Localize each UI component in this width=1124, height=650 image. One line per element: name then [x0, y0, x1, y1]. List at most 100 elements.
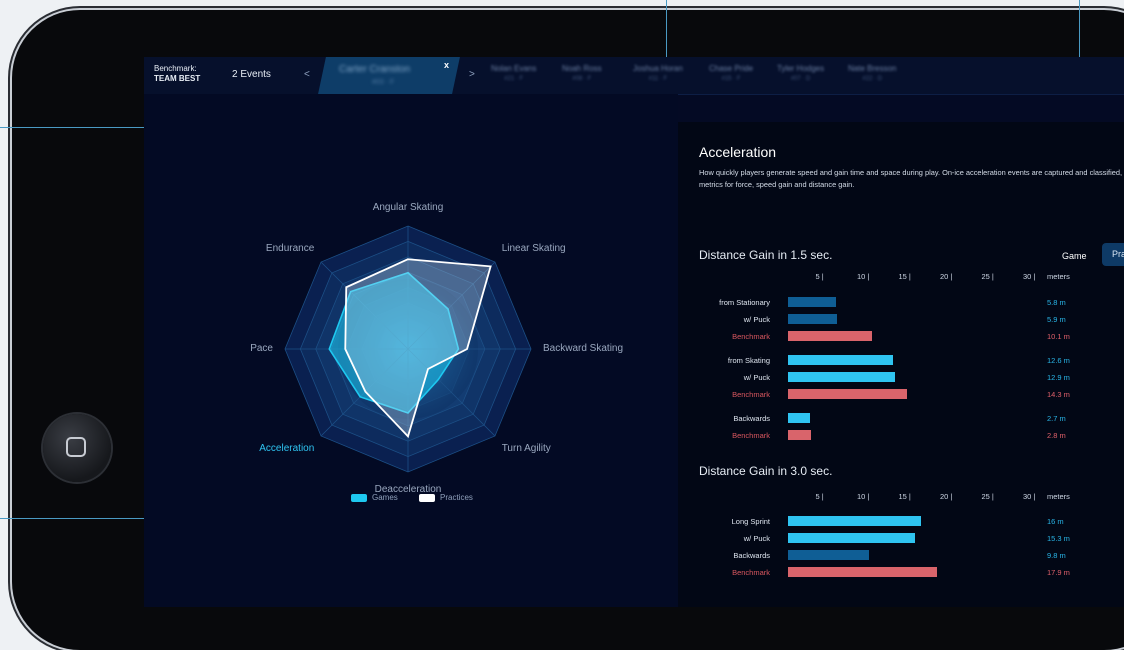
- legend-practices[interactable]: Practices: [419, 493, 473, 502]
- axis-tick: 30 |: [1023, 492, 1036, 501]
- axis-tick: 25 |: [981, 272, 994, 281]
- toggle-practice[interactable]: Pra: [1102, 243, 1124, 266]
- close-tab-button[interactable]: x: [444, 60, 449, 70]
- row-value: 14.3 m: [1047, 390, 1070, 399]
- row-value: 12.9 m: [1047, 373, 1070, 382]
- axis-tick: 5 |: [815, 272, 824, 281]
- value-bar[interactable]: [788, 355, 893, 365]
- player-tab-sub: #07 · D: [790, 76, 811, 82]
- row-label: Long Sprint: [731, 517, 770, 526]
- player-tab-bar: Benchmark: TEAM BEST 2 Events < Carter C…: [144, 57, 1124, 95]
- player-tab-name: Noah Ross: [562, 64, 602, 73]
- row-label: w/ Puck: [743, 534, 770, 543]
- row-value: 5.9 m: [1047, 315, 1066, 324]
- axis-unit: meters: [1047, 492, 1070, 501]
- row-value: 17.9 m: [1047, 568, 1070, 577]
- axis-tick: 20 |: [940, 272, 953, 281]
- player-tab-name: Nolan Evans: [491, 64, 537, 73]
- games-swatch: [351, 493, 367, 502]
- value-bar[interactable]: [788, 533, 915, 543]
- chart1-title: Distance Gain in 1.5 sec.: [699, 248, 833, 262]
- player-tab-name: Nate Bresson: [848, 64, 897, 73]
- row-label: Benchmark: [732, 332, 770, 341]
- axis-tick: 25 |: [981, 492, 994, 501]
- value-bar[interactable]: [788, 297, 837, 307]
- player-tab[interactable]: Noah Ross #08 · F: [562, 64, 602, 82]
- player-tab-sub: #15 · F: [721, 76, 741, 82]
- detail-title: Acceleration: [699, 144, 777, 160]
- player-tab[interactable]: Joshua Horan #11 · F: [633, 64, 683, 82]
- axis-tick: 15 |: [898, 492, 911, 501]
- radar-axis-label[interactable]: Pace: [250, 343, 273, 354]
- axis-tick: 15 |: [898, 272, 911, 281]
- value-bar[interactable]: [788, 550, 870, 560]
- radar-axis-label[interactable]: Endurance: [266, 243, 314, 254]
- row-label: Backwards: [733, 414, 770, 423]
- radar-axis-label[interactable]: Linear Skating: [502, 243, 566, 254]
- player-tab-name: Chase Pride: [709, 64, 754, 73]
- radar-axis-label[interactable]: Angular Skating: [373, 202, 444, 213]
- benchmark-bar[interactable]: [788, 430, 812, 440]
- axis-unit: meters: [1047, 272, 1070, 281]
- legend-practices-label: Practices: [440, 493, 473, 502]
- benchmark-bar[interactable]: [788, 389, 907, 399]
- row-label: w/ Puck: [743, 373, 770, 382]
- row-label: Benchmark: [732, 390, 770, 399]
- active-player-tab[interactable]: [318, 57, 460, 94]
- value-bar[interactable]: [788, 413, 811, 423]
- legend-games[interactable]: Games: [351, 493, 398, 502]
- row-label: from Stationary: [719, 298, 770, 307]
- radar-axis-label[interactable]: Acceleration: [259, 443, 314, 454]
- row-value: 10.1 m: [1047, 332, 1070, 341]
- radar-axis-label[interactable]: Backward Skating: [543, 343, 623, 354]
- detail-panel: Acceleration How quickly players generat…: [678, 122, 1124, 607]
- row-value: 9.8 m: [1047, 551, 1066, 560]
- player-tab-sub: #21 · F: [504, 76, 524, 82]
- practices-swatch: [419, 493, 435, 502]
- axis-tick: 20 |: [940, 492, 953, 501]
- radar-axis-label[interactable]: Turn Agility: [502, 443, 551, 454]
- benchmark-value: TEAM BEST: [154, 74, 201, 83]
- benchmark-label: Benchmark:: [154, 64, 197, 73]
- home-button[interactable]: [43, 414, 111, 482]
- value-bar[interactable]: [788, 314, 837, 324]
- row-value: 5.8 m: [1047, 298, 1066, 307]
- axis-tick: 10 |: [857, 492, 870, 501]
- row-value: 2.8 m: [1047, 431, 1066, 440]
- player-tab-sub: #08 · F: [572, 76, 592, 82]
- active-player-name: Carter Cranston: [339, 64, 411, 75]
- row-label: Benchmark: [732, 431, 770, 440]
- axis-tick: 10 |: [857, 272, 870, 281]
- player-tab[interactable]: Nate Bresson #22 · D: [848, 64, 896, 82]
- row-value: 16 m: [1047, 517, 1064, 526]
- player-tab-sub: #22 · D: [862, 76, 883, 82]
- benchmark-bar[interactable]: [788, 567, 937, 577]
- active-player-sub: #03 · F: [372, 79, 395, 86]
- player-tab-name: Joshua Horan: [633, 64, 683, 73]
- player-tab-name: Tyler Hodges: [777, 64, 825, 73]
- benchmark-selector[interactable]: Benchmark: TEAM BEST: [154, 64, 200, 84]
- value-bar[interactable]: [788, 372, 896, 382]
- player-tab[interactable]: Tyler Hodges #07 · D: [777, 64, 824, 82]
- prev-player-button[interactable]: <: [304, 69, 310, 80]
- benchmark-bar[interactable]: [788, 331, 872, 341]
- player-tab-sub: #11 · F: [648, 76, 668, 82]
- row-label: w/ Puck: [743, 315, 770, 324]
- row-label: from Skating: [727, 356, 770, 365]
- next-player-button[interactable]: >: [469, 69, 475, 80]
- app-screen: Benchmark: TEAM BEST 2 Events < Carter C…: [144, 57, 1124, 607]
- row-value: 2.7 m: [1047, 414, 1066, 423]
- toggle-game[interactable]: Game: [1062, 251, 1087, 261]
- axis-tick: 30 |: [1023, 272, 1036, 281]
- radar-panel: Angular Skating Linear Skating Backward Sk…: [144, 94, 678, 607]
- row-value: 12.6 m: [1047, 356, 1070, 365]
- player-tab[interactable]: Nolan Evans #21 · F: [491, 64, 536, 82]
- row-label: Benchmark: [732, 568, 770, 577]
- player-tab[interactable]: Chase Pride #15 · F: [709, 64, 753, 82]
- value-bar[interactable]: [788, 516, 921, 526]
- row-value: 15.3 m: [1047, 534, 1070, 543]
- events-count[interactable]: 2 Events: [232, 69, 271, 80]
- chart2-title: Distance Gain in 3.0 sec.: [699, 464, 833, 478]
- detail-description: How quickly players generate speed and g…: [699, 168, 1124, 189]
- axis-tick: 5 |: [815, 492, 824, 501]
